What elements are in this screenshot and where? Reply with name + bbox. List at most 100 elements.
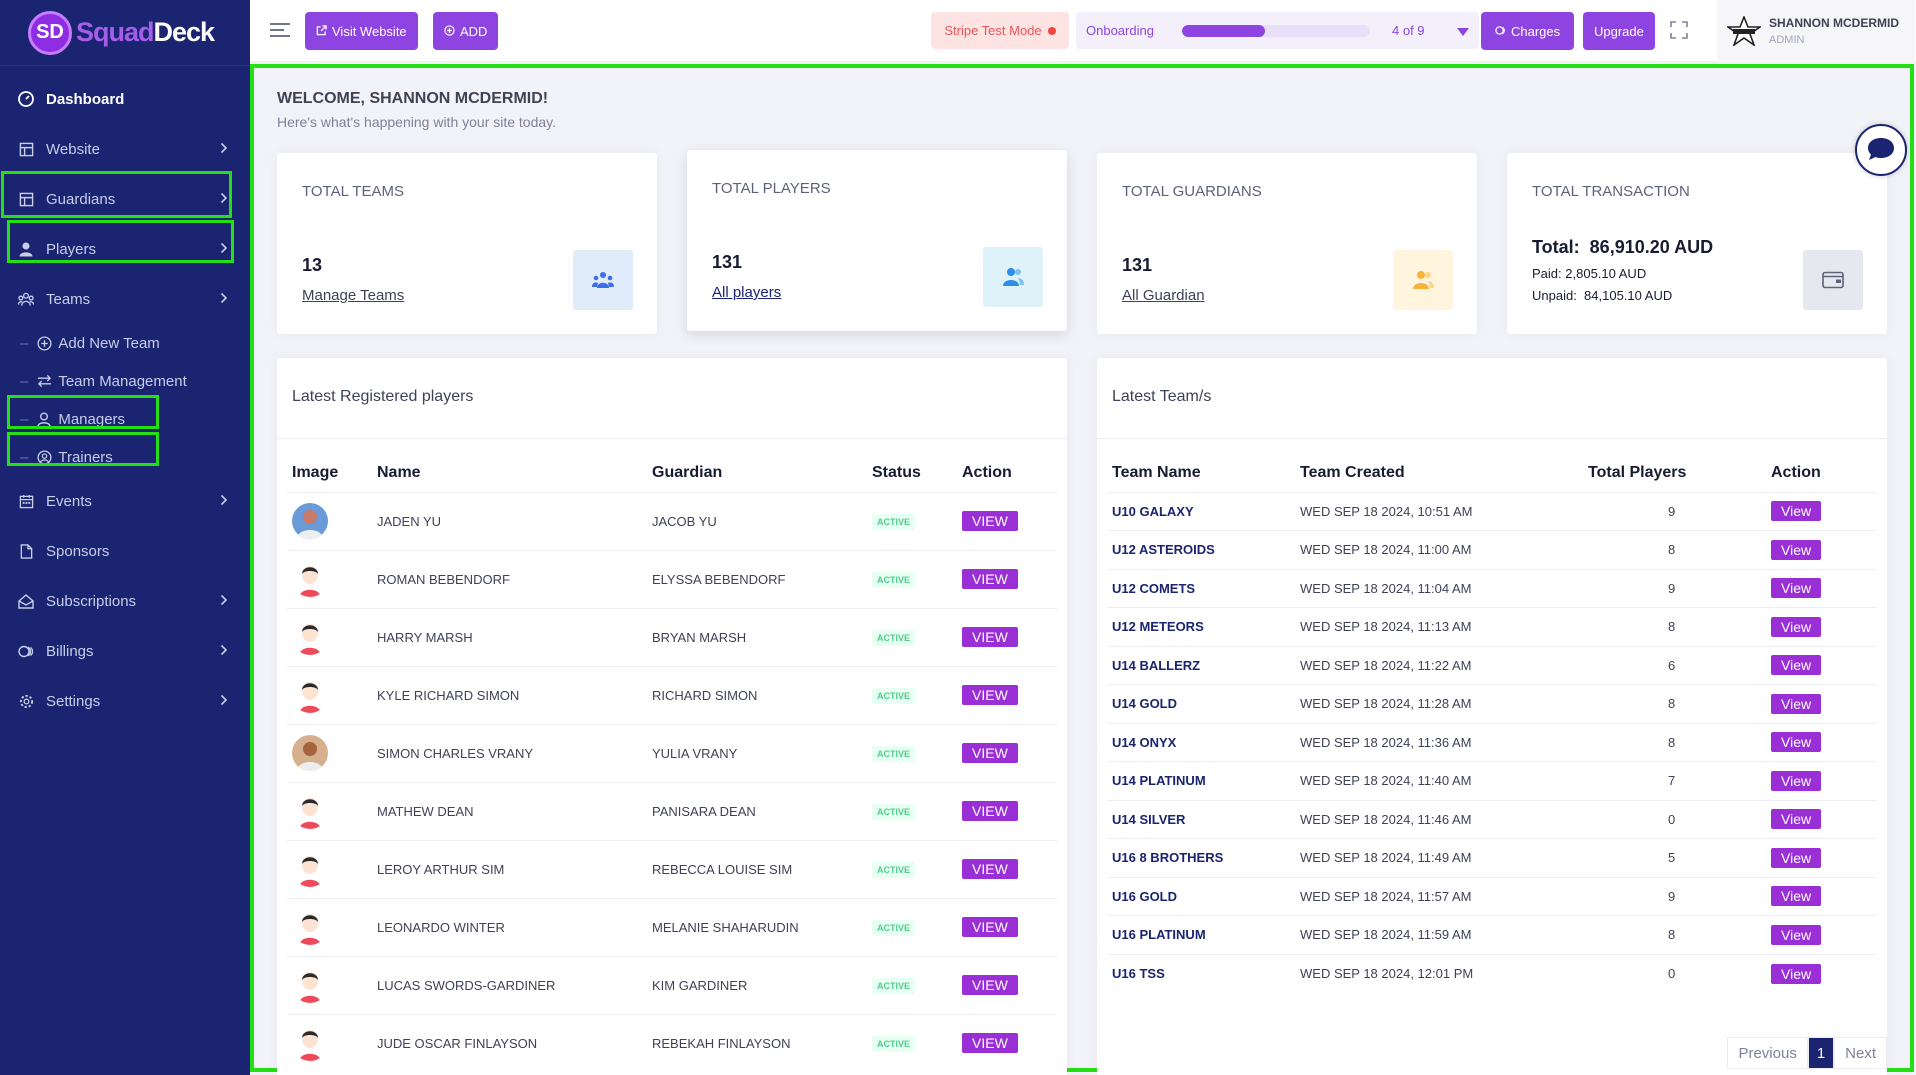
charges-button[interactable]: Charges (1481, 12, 1575, 50)
sidebar-item-label: Subscriptions (46, 592, 137, 610)
stat-card-teams: TOTAL TEAMS 13 Manage Teams (277, 153, 657, 334)
sidebar-item-subscriptions[interactable]: Subscriptions (0, 576, 250, 626)
sidebar-item-players[interactable]: Players (0, 224, 250, 274)
chevron-right-icon (220, 493, 228, 510)
sidebar-item-label: Guardians (46, 190, 116, 208)
team-name-link[interactable]: U12 ASTEROIDS (1112, 542, 1215, 557)
plus-circle-icon (36, 335, 52, 351)
sidebar-subitem-team-management[interactable]: – Team Management (0, 362, 250, 400)
team-created: WED SEP 18 2024, 11:04 AM (1300, 568, 1588, 608)
dashboard-icon (18, 91, 34, 107)
team-name-link[interactable]: U12 COMETS (1112, 581, 1195, 596)
onboarding-bar-fill (1182, 24, 1265, 37)
team-name-link[interactable]: U16 TSS (1112, 966, 1165, 981)
chat-widget-button[interactable] (1855, 124, 1907, 176)
view-team-button[interactable]: View (1771, 616, 1822, 637)
player-name: JADEN YU (377, 491, 652, 550)
view-team-button[interactable]: View (1771, 655, 1822, 676)
view-player-button[interactable]: View (962, 627, 1018, 647)
view-player-button[interactable]: View (962, 1033, 1018, 1054)
view-team-button[interactable]: View (1771, 809, 1822, 830)
onboarding-progress[interactable]: Onboarding 4 of 9 (1076, 12, 1479, 49)
team-name-link[interactable]: U16 GOLD (1112, 889, 1177, 904)
team-created: WED SEP 18 2024, 11:22 AM (1300, 645, 1588, 685)
next-page-button[interactable]: Next (1834, 1037, 1887, 1069)
view-player-button[interactable]: View (962, 801, 1018, 821)
view-team-button[interactable]: View (1771, 770, 1822, 791)
view-player-button[interactable]: View (962, 685, 1018, 705)
visit-website-button[interactable]: Visit Website (305, 12, 418, 50)
sidebar-item-guardians[interactable]: Guardians (0, 174, 250, 224)
all-players-link[interactable]: All players (712, 284, 781, 301)
sidebar-subitem-add-new-team[interactable]: – Add New Team (0, 324, 250, 362)
view-team-button[interactable]: View (1771, 539, 1822, 560)
sidebar-subitem-trainers[interactable]: – Trainers (0, 438, 250, 476)
view-team-button[interactable]: View (1771, 501, 1822, 522)
player-name: HARRY MARSH (377, 607, 652, 666)
sidebar-item-sponsors[interactable]: Sponsors (0, 526, 250, 576)
view-player-button[interactable]: View (962, 859, 1018, 879)
sidebar-item-teams[interactable]: Teams (0, 274, 250, 324)
view-team-button[interactable]: View (1771, 847, 1822, 868)
user-role: ADMIN (1769, 34, 1805, 46)
view-team-button[interactable]: View (1771, 963, 1822, 984)
status-badge: ACTIVE (872, 861, 916, 878)
user-menu[interactable]: SHANNON MCDERMID ADMIN (1717, 0, 1915, 62)
caret-down-icon[interactable] (1457, 25, 1469, 40)
view-player-button[interactable]: View (962, 917, 1018, 937)
manage-teams-link[interactable]: Manage Teams (302, 287, 404, 304)
logo[interactable]: SD SquadDeck (0, 0, 250, 66)
team-name-link[interactable]: U14 PLATINUM (1112, 773, 1206, 788)
view-team-button[interactable]: View (1771, 732, 1822, 753)
view-player-button[interactable]: View (962, 975, 1018, 995)
external-link-icon (316, 24, 327, 39)
page-1-button[interactable]: 1 (1807, 1037, 1835, 1069)
team-name-link[interactable]: U16 8 BROTHERS (1112, 850, 1223, 865)
sidebar-subitem-label: Team Management (58, 372, 187, 390)
team-total-players: 6 (1588, 645, 1771, 685)
players-stat-icon (983, 247, 1043, 307)
sidebar-item-website[interactable]: Website (0, 124, 250, 174)
sidebar-item-dashboard[interactable]: Dashboard (0, 74, 250, 124)
team-total-players: 7 (1588, 761, 1771, 800)
upgrade-button[interactable]: Upgrade (1583, 12, 1655, 50)
avatar (1727, 14, 1761, 48)
view-player-button[interactable]: View (962, 511, 1018, 531)
menu-toggle-icon[interactable] (270, 22, 290, 38)
team-name-link[interactable]: U14 GOLD (1112, 696, 1177, 711)
status-badge: ACTIVE (872, 687, 916, 704)
team-name-link[interactable]: U14 ONYX (1112, 735, 1176, 750)
table-row: MATHEW DEAN PANISARA DEAN ACTIVE View (287, 781, 1057, 840)
team-name-link[interactable]: U12 METEORS (1112, 619, 1204, 634)
fullscreen-icon[interactable] (1670, 21, 1688, 42)
col-guardian: Guardian (652, 463, 723, 481)
guardian-name: ELYSSA BEBENDORF (652, 549, 872, 608)
sidebar-item-billings[interactable]: Billings (0, 626, 250, 676)
team-total-players: 8 (1588, 722, 1771, 762)
view-player-button[interactable]: View (962, 743, 1018, 763)
view-team-button[interactable]: View (1771, 886, 1822, 907)
guardian-name: RICHARD SIMON (652, 665, 872, 724)
sidebar-nav: Dashboard Website Guardians Players Team… (0, 66, 250, 726)
view-team-button[interactable]: View (1771, 578, 1822, 599)
previous-page-button[interactable]: Previous (1727, 1037, 1808, 1069)
team-total-players: 0 (1588, 799, 1771, 839)
latest-teams-panel: Latest Team/s Team Name Team Created Tot… (1097, 358, 1887, 1075)
team-name-link[interactable]: U14 BALLERZ (1112, 658, 1200, 673)
view-team-button[interactable]: View (1771, 924, 1822, 945)
all-guardian-link[interactable]: All Guardian (1122, 287, 1205, 304)
team-name-link[interactable]: U16 PLATINUM (1112, 927, 1206, 942)
team-name-link[interactable]: U14 SILVER (1112, 812, 1185, 827)
transaction-total: Total: 86,910.20 AUD (1532, 237, 1714, 257)
sidebar-subitem-managers[interactable]: – Managers (0, 400, 250, 438)
guardian-name: BRYAN MARSH (652, 607, 872, 666)
sidebar-item-settings[interactable]: Settings (0, 676, 250, 726)
onboarding-bar (1182, 24, 1370, 37)
view-player-button[interactable]: View (962, 569, 1018, 589)
view-team-button[interactable]: View (1771, 693, 1822, 714)
add-button[interactable]: ADD (433, 12, 499, 50)
chevron-right-icon (220, 593, 228, 610)
sidebar-item-events[interactable]: Events (0, 476, 250, 526)
team-total-players: 9 (1588, 876, 1771, 916)
team-name-link[interactable]: U10 GALAXY (1112, 504, 1194, 519)
